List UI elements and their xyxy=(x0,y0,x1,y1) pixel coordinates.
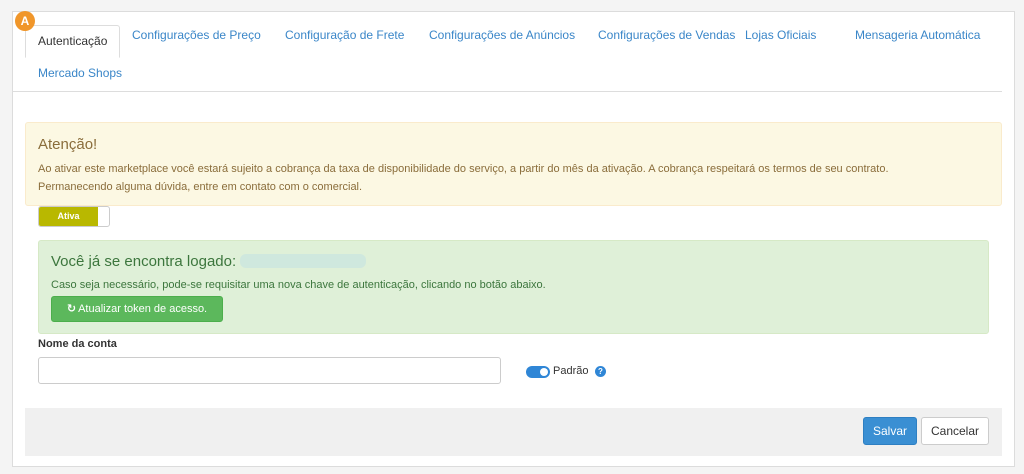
redacted-account-name xyxy=(240,254,367,268)
logged-in-title: Você já se encontra logado: xyxy=(51,253,367,270)
logged-in-alert: Você já se encontra logado: Caso seja ne… xyxy=(38,240,989,334)
tab-mercado-shops[interactable]: Mercado Shops xyxy=(32,60,128,87)
default-toggle[interactable] xyxy=(526,366,550,378)
toggle-knob xyxy=(540,368,548,376)
refresh-token-label: Atualizar token de acesso. xyxy=(78,303,208,315)
logged-in-title-text: Você já se encontra logado: xyxy=(51,253,237,270)
tab-autenticacao[interactable]: Autenticação xyxy=(25,25,121,58)
form-footer: Salvar Cancelar xyxy=(25,408,1002,456)
warning-title: Atenção! xyxy=(38,136,98,153)
step-badge: A xyxy=(15,11,35,31)
tab-bar: Autenticação Configurações de Preço Conf… xyxy=(12,11,1002,92)
warning-text: Ao ativar este marketplace você estará s… xyxy=(38,160,988,196)
tab-configuracoes-de-vendas[interactable]: Configurações de Vendas xyxy=(592,22,741,49)
tab-mensageria-automatica[interactable]: Mensageria Automática xyxy=(849,22,986,49)
tab-configuracao-de-frete[interactable]: Configuração de Frete xyxy=(279,22,410,49)
marketplace-active-switch[interactable]: Ativa xyxy=(38,206,110,227)
refresh-icon: ↻ xyxy=(66,303,77,315)
default-toggle-label: Padrão xyxy=(553,365,589,377)
account-name-label: Nome da conta xyxy=(38,338,117,350)
warning-line-2: Permanecendo alguma dúvida, entre em con… xyxy=(38,181,363,193)
help-icon[interactable]: ? xyxy=(595,366,606,377)
tab-configuracoes-de-anuncios[interactable]: Configurações de Anúncios xyxy=(423,22,581,49)
refresh-token-button[interactable]: ↻ Atualizar token de acesso. xyxy=(51,296,223,322)
tab-lojas-oficiais[interactable]: Lojas Oficiais xyxy=(739,22,822,49)
tab-configuracoes-de-preco[interactable]: Configurações de Preço xyxy=(126,22,267,49)
logged-in-text: Caso seja necessário, pode-se requisitar… xyxy=(51,279,546,291)
warning-alert: Atenção! Ao ativar este marketplace você… xyxy=(25,122,1002,206)
cancel-button[interactable]: Cancelar xyxy=(921,417,989,445)
switch-on-label: Ativa xyxy=(39,207,98,226)
save-button[interactable]: Salvar xyxy=(863,417,917,445)
account-name-input[interactable] xyxy=(38,357,501,384)
warning-line-1: Ao ativar este marketplace você estará s… xyxy=(38,163,889,175)
